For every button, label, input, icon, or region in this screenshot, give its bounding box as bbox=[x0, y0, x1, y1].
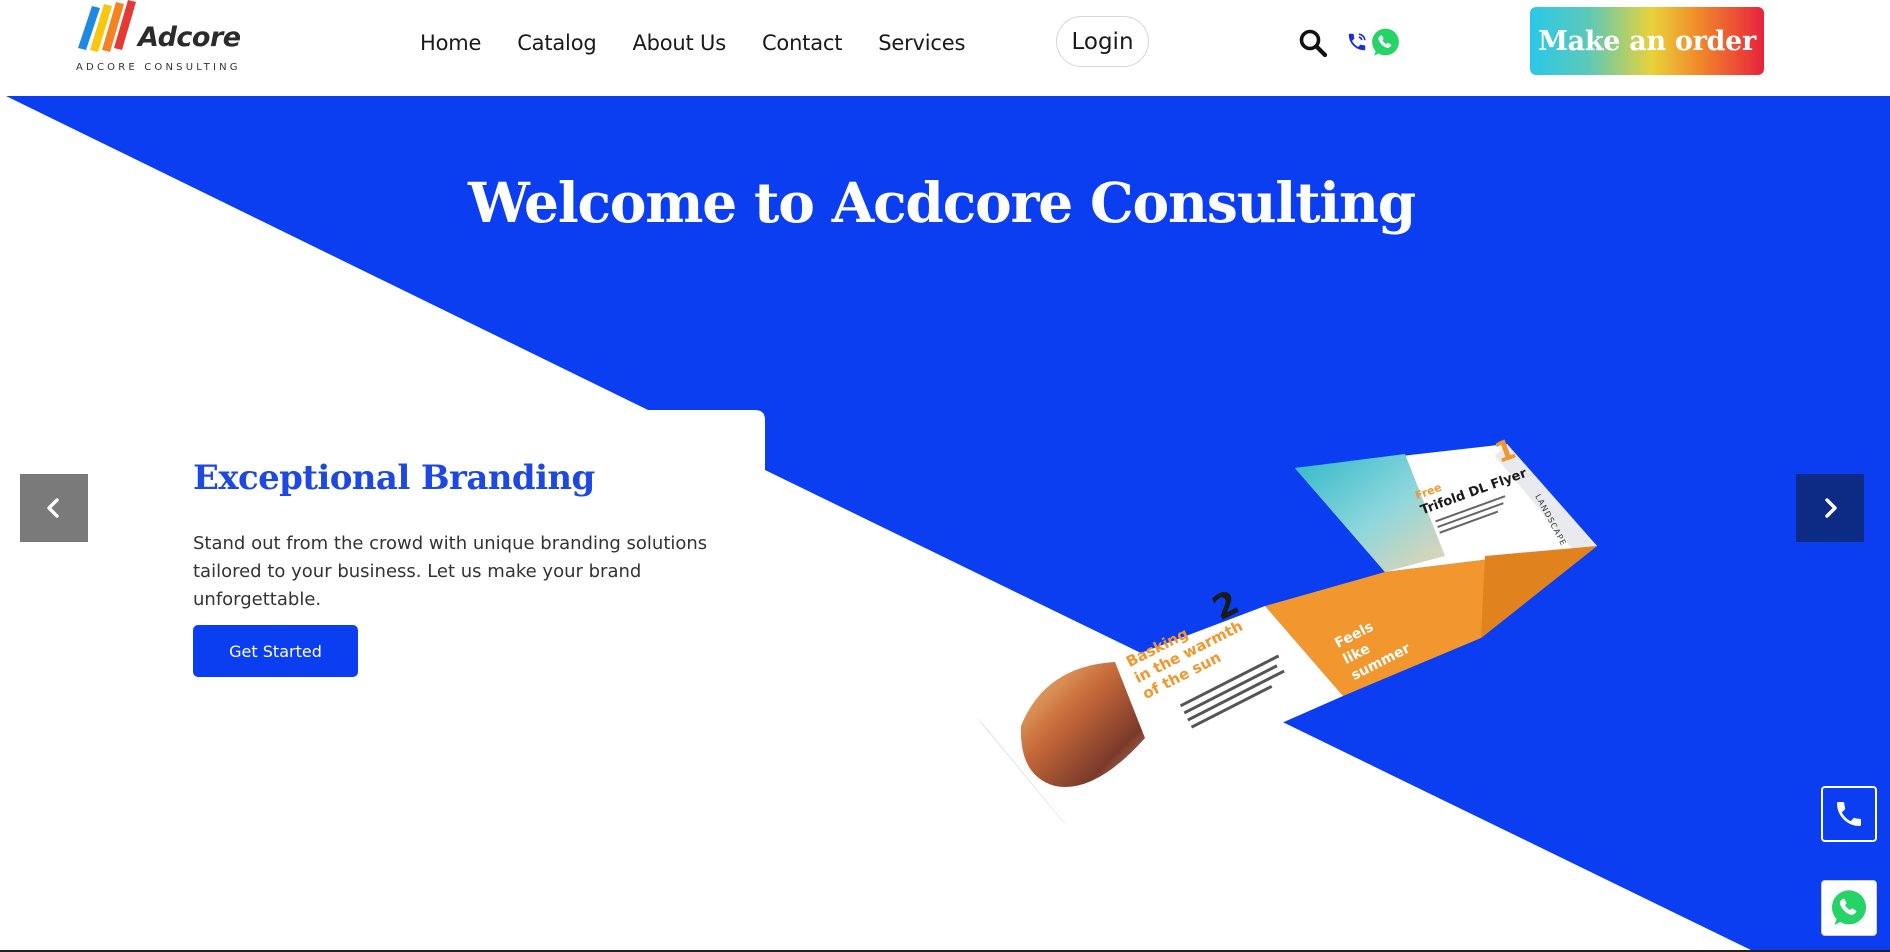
main-nav: Home Catalog About Us Contact Services bbox=[420, 20, 1001, 66]
nav-services[interactable]: Services bbox=[878, 31, 965, 55]
hero-title: Welcome to Acdcore Consulting bbox=[467, 170, 1416, 235]
phone-icon bbox=[1837, 802, 1861, 826]
brand-name: Adcore bbox=[138, 22, 241, 53]
nav-home[interactable]: Home bbox=[420, 31, 481, 55]
chevron-right-icon bbox=[1825, 498, 1837, 518]
chevron-left-icon bbox=[47, 498, 59, 518]
make-order-button[interactable]: Make an order bbox=[1530, 7, 1764, 75]
login-button[interactable]: Login bbox=[1056, 16, 1149, 67]
whatsapp-icon[interactable] bbox=[1369, 26, 1402, 59]
whatsapp-icon bbox=[1831, 890, 1867, 926]
hero-slider: Welcome to Acdcore Consulting Exceptiona… bbox=[0, 96, 1890, 952]
phone-icon[interactable] bbox=[1346, 30, 1368, 54]
floating-whatsapp-button[interactable] bbox=[1821, 880, 1877, 936]
slider-next-button[interactable] bbox=[1796, 474, 1864, 542]
nav-catalog[interactable]: Catalog bbox=[517, 31, 596, 55]
slide-description: Stand out from the crowd with unique bra… bbox=[193, 533, 708, 610]
site-header: Adcore ADCORE CONSULTING Home Catalog Ab… bbox=[0, 0, 1890, 96]
brand-logo[interactable]: Adcore ADCORE CONSULTING bbox=[74, 0, 241, 80]
brand-subtitle: ADCORE CONSULTING bbox=[76, 62, 241, 73]
slide-heading: Exceptional Branding bbox=[193, 458, 595, 498]
nav-about-us[interactable]: About Us bbox=[632, 31, 726, 55]
get-started-button[interactable]: Get Started bbox=[193, 625, 358, 677]
floating-phone-button[interactable] bbox=[1821, 786, 1877, 842]
nav-contact[interactable]: Contact bbox=[762, 31, 843, 55]
logo-brush-icon bbox=[78, 0, 136, 52]
search-icon[interactable] bbox=[1298, 28, 1328, 58]
trifold-flyer-image: Basking in the warmth of the sun 2 Feels… bbox=[975, 432, 1597, 826]
slider-prev-button[interactable] bbox=[20, 474, 88, 542]
